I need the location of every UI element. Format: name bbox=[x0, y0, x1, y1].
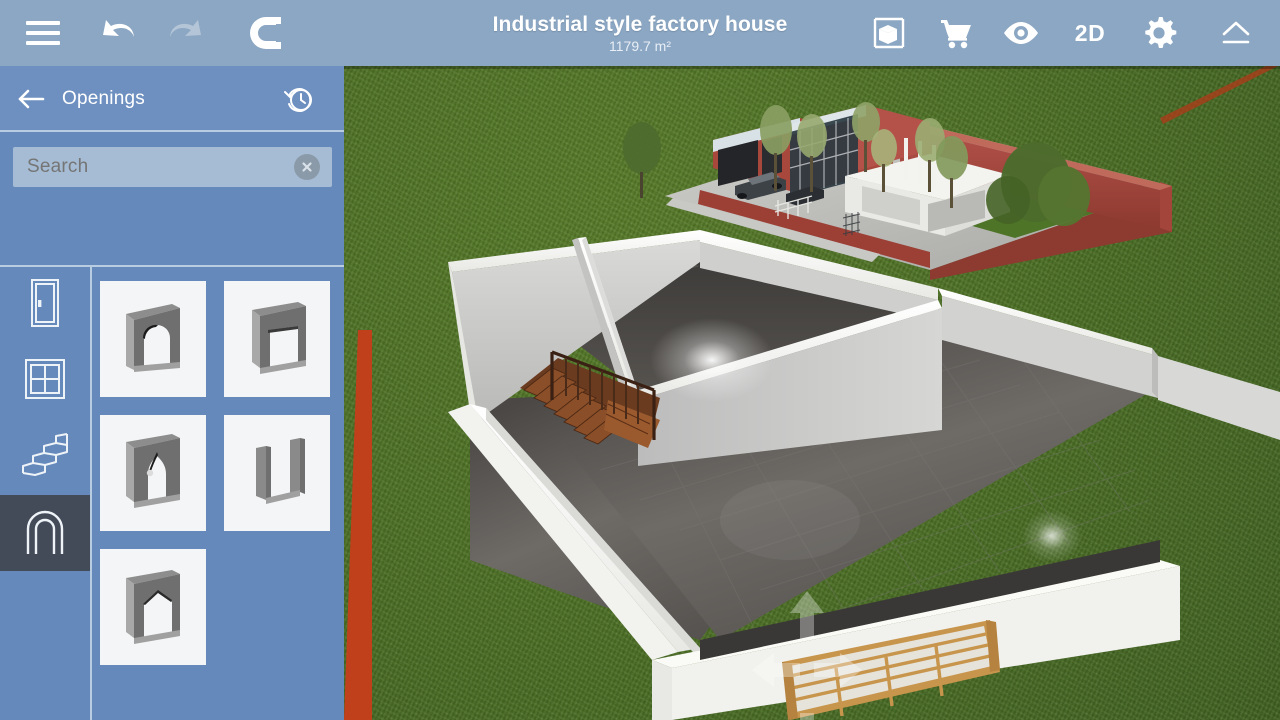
eye-visibility-icon[interactable] bbox=[988, 0, 1054, 66]
back-arrow-icon[interactable] bbox=[0, 66, 62, 132]
view-mode-toggle[interactable]: 2D bbox=[1054, 0, 1126, 66]
stairs-icon bbox=[19, 431, 71, 484]
pan-four-arrows-icon[interactable] bbox=[752, 591, 862, 720]
app-root: Openings Search Industrial style factory… bbox=[0, 0, 1280, 720]
square-opening-thumbnail bbox=[238, 296, 316, 382]
panel-title: Openings bbox=[62, 88, 145, 109]
3d-viewport[interactable] bbox=[344, 66, 1280, 720]
search-input[interactable] bbox=[27, 156, 277, 178]
gothic-arch-thumbnail bbox=[114, 564, 192, 650]
shopping-cart-icon[interactable] bbox=[922, 0, 988, 66]
list-item[interactable] bbox=[100, 281, 206, 397]
floor-light-spot bbox=[1022, 510, 1082, 562]
list-item[interactable] bbox=[100, 549, 206, 665]
magnet-snap-icon[interactable] bbox=[218, 0, 310, 66]
toolbar-right-group: 2D bbox=[856, 0, 1280, 66]
history-clock-icon[interactable] bbox=[282, 83, 316, 117]
sidebar-item-openings[interactable] bbox=[0, 495, 90, 571]
sidebar-item-doors[interactable] bbox=[0, 267, 90, 343]
hamburger-icon[interactable] bbox=[0, 0, 86, 66]
redo-icon[interactable] bbox=[152, 0, 218, 66]
sidebar-item-windows[interactable] bbox=[0, 343, 90, 419]
view-mode-label: 2D bbox=[1074, 19, 1106, 46]
clear-x-icon[interactable] bbox=[294, 154, 320, 180]
ogee-arch-thumbnail bbox=[114, 430, 192, 516]
arch-icon bbox=[21, 505, 69, 562]
open-posts-thumbnail bbox=[238, 430, 316, 516]
list-item[interactable] bbox=[100, 415, 206, 531]
top-toolbar: Industrial style factory house 1179.7 m² bbox=[0, 0, 1280, 66]
category-rail bbox=[0, 267, 90, 720]
list-item[interactable] bbox=[224, 415, 330, 531]
project-area-label: 1179.7 m² bbox=[609, 37, 671, 54]
undo-icon[interactable] bbox=[86, 0, 152, 66]
page-title: Industrial style factory house bbox=[492, 12, 788, 36]
openings-thumbnail-grid bbox=[92, 267, 344, 720]
sidebar-item-stairs[interactable] bbox=[0, 419, 90, 495]
search-bar-container bbox=[0, 132, 344, 202]
viewport-top-shadow bbox=[344, 66, 1280, 69]
round-arch-thumbnail bbox=[114, 296, 192, 382]
render-3d-icon[interactable] bbox=[856, 0, 922, 66]
door-icon bbox=[26, 277, 64, 334]
openings-panel: Openings bbox=[0, 66, 344, 720]
panel-header: Openings bbox=[0, 66, 344, 132]
search-field[interactable] bbox=[13, 147, 332, 187]
collapse-toolbar-icon[interactable] bbox=[1192, 0, 1280, 66]
list-item[interactable] bbox=[224, 281, 330, 397]
settings-gear-icon[interactable] bbox=[1126, 0, 1192, 66]
window-icon bbox=[22, 356, 68, 407]
